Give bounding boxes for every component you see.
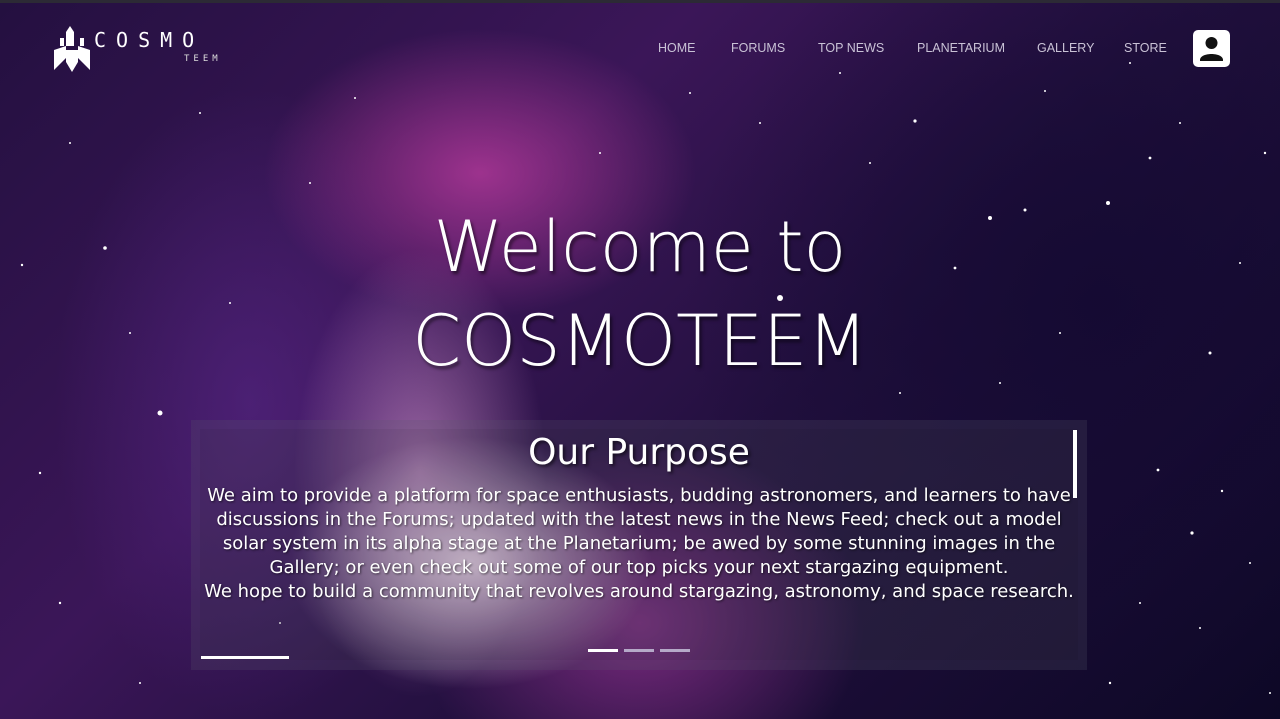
slide-indicator-2[interactable] (624, 649, 654, 652)
hero-line-2: COSMOTEEM (412, 300, 868, 382)
nav-forums[interactable]: FORUMS (731, 41, 785, 55)
hero-line-1: Welcome to (433, 206, 847, 288)
purpose-scrollbar[interactable] (1073, 430, 1077, 498)
nav-top-news[interactable]: TOP NEWS (818, 41, 884, 55)
nav-store[interactable]: STORE (1124, 41, 1167, 55)
purpose-title: Our Purpose (528, 432, 750, 473)
slide-progress-bar (201, 656, 289, 659)
nav-home[interactable]: HOME (658, 41, 696, 55)
purpose-paragraph-1: We aim to provide a platform for space e… (207, 485, 1071, 578)
purpose-text: We aim to provide a platform for space e… (200, 484, 1078, 604)
brand-wordmark: COSMO (94, 28, 205, 52)
nav-gallery[interactable]: GALLERY (1037, 41, 1094, 55)
nav-planetarium[interactable]: PLANETARIUM (917, 41, 1005, 55)
slide-indicators (588, 649, 690, 653)
purpose-paragraph-2: We hope to build a community that revolv… (204, 581, 1074, 602)
slide-indicator-1[interactable] (588, 649, 618, 652)
brand-subtitle: TEEM (184, 54, 222, 64)
rocket-logo-icon (54, 26, 90, 72)
slide-indicator-3[interactable] (660, 649, 690, 652)
hero-heading: Welcome to COSMOTEEM (340, 200, 940, 388)
user-icon (1200, 37, 1223, 61)
brand-logo[interactable]: COSMO TEEM (52, 24, 237, 74)
user-account-button[interactable] (1193, 30, 1230, 67)
